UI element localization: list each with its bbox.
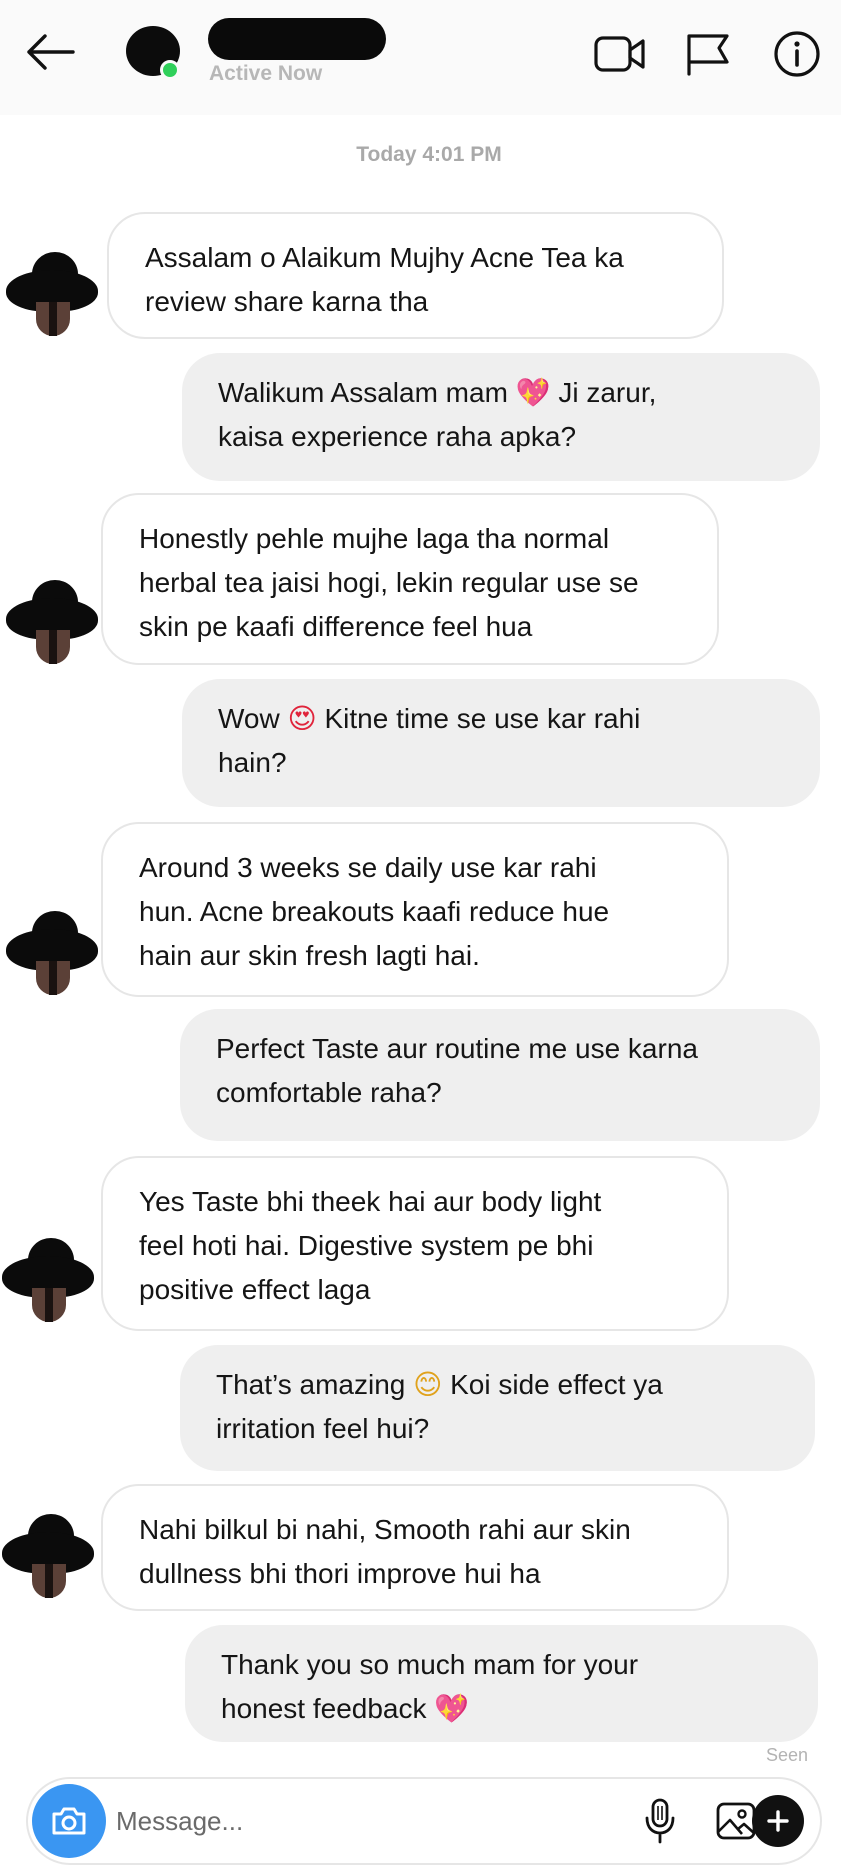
message-line: That’s amazing [216, 1369, 406, 1400]
sender-avatar[interactable] [6, 252, 98, 338]
sender-avatar[interactable] [6, 580, 98, 666]
outgoing-message[interactable]: Walikum Assalam mam 💖 Ji zarur, kaisa ex… [182, 353, 820, 481]
message-line: Kitne time se use kar rahi [324, 703, 641, 734]
arrow-left-icon [27, 34, 75, 70]
message-line: review share karna tha [145, 286, 429, 317]
contact-name-redacted[interactable] [208, 18, 386, 60]
message-line: Thank you so much mam for your [221, 1649, 639, 1680]
incoming-message[interactable]: Yes Taste bhi theek hai aur body light f… [101, 1156, 729, 1331]
message-line: Nahi bilkul bi nahi, Smooth rahi aur ski… [139, 1514, 631, 1545]
seen-indicator: Seen [765, 1745, 808, 1765]
message-line: hain aur skin fresh lagti hai. [139, 940, 480, 971]
message-line: positive effect laga [139, 1274, 371, 1305]
outgoing-message[interactable]: Wow 😍 Kitne time se use kar rahi hain? [182, 679, 820, 807]
outgoing-message[interactable]: Perfect Taste aur routine me use karna c… [180, 1009, 820, 1141]
message-line: feel hoti hai. Digestive system pe bhi [139, 1230, 594, 1261]
contact-avatar[interactable] [126, 26, 180, 80]
message-line: dullness bhi thori improve hui ha [139, 1558, 541, 1589]
video-call-button[interactable] [592, 28, 648, 80]
outgoing-message[interactable]: That’s amazing 😊 Koi side effect ya irri… [180, 1345, 815, 1471]
back-button[interactable] [20, 30, 80, 74]
report-button[interactable] [680, 28, 736, 80]
message-timestamp: Today 4:01 PM [356, 143, 502, 166]
flag-icon [687, 34, 729, 76]
message-line: Wow [218, 703, 280, 734]
message-line: kaisa experience raha apka? [218, 421, 577, 452]
message-line: Ji zarur, [558, 377, 657, 408]
message-line: irritation feel hui? [216, 1413, 430, 1444]
message-line: herbal tea jaisi hogi, lekin regular use… [139, 567, 639, 598]
message-line: Yes Taste bhi theek hai aur body light [139, 1186, 602, 1217]
camera-button[interactable] [32, 1784, 106, 1858]
info-icon [774, 31, 820, 77]
incoming-message[interactable]: Around 3 weeks se daily use kar rahi hun… [101, 822, 729, 997]
smiling-face-emoji: 😊 [413, 1368, 443, 1401]
incoming-message[interactable]: Nahi bilkul bi nahi, Smooth rahi aur ski… [101, 1484, 729, 1611]
active-status: Active Now [209, 62, 323, 85]
sender-avatar[interactable] [2, 1238, 94, 1324]
message-line: Assalam o Alaikum Mujhy Acne Tea ka [145, 242, 624, 273]
add-button[interactable] [752, 1795, 804, 1847]
message-composer [26, 1777, 822, 1865]
video-camera-icon [594, 36, 645, 72]
message-line: honest feedback [221, 1693, 427, 1724]
sender-avatar[interactable] [6, 911, 98, 997]
chat-header: Active Now [0, 0, 841, 115]
microphone-icon [645, 1798, 675, 1844]
online-indicator [160, 60, 180, 80]
sparkling-heart-emoji: 💖 [515, 376, 551, 409]
message-line: hain? [218, 747, 287, 778]
message-line: hun. Acne breakouts kaafi reduce hue [139, 896, 610, 927]
message-line: Koi side effect ya [450, 1369, 663, 1400]
message-line: skin pe kaafi difference feel hua [139, 611, 533, 642]
message-line: Around 3 weeks se daily use kar rahi [139, 852, 597, 883]
outgoing-message[interactable]: Thank you so much mam for your honest fe… [185, 1625, 818, 1742]
sender-avatar[interactable] [2, 1514, 94, 1600]
sparkling-heart-emoji: 💖 [434, 1692, 470, 1725]
heart-eyes-emoji: 😍 [287, 702, 317, 735]
message-line: Walikum Assalam mam [218, 377, 508, 408]
message-line: comfortable raha? [216, 1077, 442, 1108]
camera-icon [52, 1807, 86, 1835]
message-input[interactable] [116, 1799, 536, 1843]
conversation-info-button[interactable] [769, 28, 825, 80]
incoming-message[interactable]: Honestly pehle mujhe laga tha normal her… [101, 493, 719, 665]
message-line: Perfect Taste aur routine me use karna [216, 1033, 698, 1064]
incoming-message[interactable]: Assalam o Alaikum Mujhy Acne Tea ka revi… [107, 212, 724, 339]
message-line: Honestly pehle mujhe laga tha normal [139, 523, 610, 554]
plus-icon [767, 1810, 789, 1832]
image-gallery-icon [716, 1802, 756, 1840]
voice-message-button[interactable] [632, 1793, 688, 1849]
